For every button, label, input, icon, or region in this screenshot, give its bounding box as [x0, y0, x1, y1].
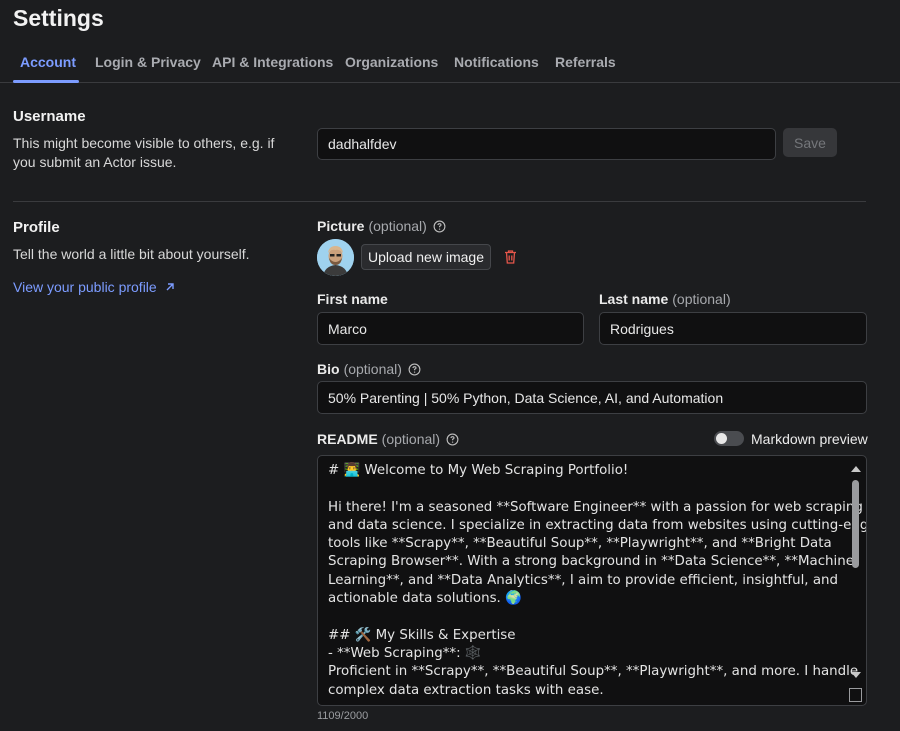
readme-line: Learning**, and **Data Analytics**, I ai…	[328, 572, 839, 588]
page-title: Settings	[13, 5, 104, 31]
optional-tag: (optional)	[343, 361, 402, 377]
tab-notifications[interactable]: Notifications	[454, 54, 539, 70]
bio-field[interactable]: 50% Parenting | 50% Python, Data Science…	[317, 381, 867, 414]
section-divider	[13, 201, 866, 202]
scroll-down-arrow-icon[interactable]	[851, 672, 861, 678]
readme-line: ## 🛠️ My Skills & Expertise	[328, 627, 516, 643]
first-name-field[interactable]: Marco	[317, 312, 584, 345]
readme-line: # 👨‍💻 Welcome to My Web Scraping Portfol…	[328, 463, 629, 478]
bio-label-text: Bio	[317, 361, 340, 377]
markdown-preview-toggle[interactable]	[714, 431, 744, 446]
readme-line: and data science. I specialize in extrac…	[328, 517, 867, 533]
username-description-line: This might become visible to others, e.g…	[13, 135, 275, 151]
save-button[interactable]: Save	[783, 128, 837, 157]
readme-line: tools like **Scrapy**, **Beautiful Soup*…	[328, 536, 832, 552]
tab-organizations[interactable]: Organizations	[345, 54, 438, 70]
settings-tabs: Account Login & Privacy API & Integratio…	[0, 42, 900, 83]
trash-icon[interactable]	[503, 249, 518, 265]
scroll-up-arrow-icon[interactable]	[851, 466, 861, 472]
readme-label-text: README	[317, 431, 378, 447]
last-name-label: Last name (optional)	[599, 291, 731, 307]
readme-line: Scraping Browser**. With a strong backgr…	[328, 554, 854, 570]
username-description: This might become visible to others, e.g…	[13, 134, 274, 172]
tab-api-integrations[interactable]: API & Integrations	[212, 54, 333, 70]
readme-textarea[interactable]: # 👨‍💻 Welcome to My Web Scraping Portfol…	[317, 455, 867, 706]
optional-tag: (optional)	[672, 291, 731, 307]
username-section-title: Username	[13, 108, 86, 125]
readme-content: # 👨‍💻 Welcome to My Web Scraping Portfol…	[328, 462, 867, 700]
optional-tag: (optional)	[368, 218, 427, 234]
bio-label: Bio (optional)	[317, 361, 421, 377]
scrollbar-thumb[interactable]	[852, 480, 859, 568]
markdown-preview-label: Markdown preview	[751, 431, 868, 447]
info-circle-icon[interactable]	[446, 433, 459, 446]
readme-line: Hi there! I'm a seasoned **Software Engi…	[328, 499, 863, 515]
readme-label: README (optional)	[317, 431, 459, 447]
optional-tag: (optional)	[381, 431, 441, 447]
last-name-label-text: Last name	[599, 291, 669, 307]
username-description-line: you submit an Actor issue.	[13, 154, 177, 170]
scrollbar[interactable]	[850, 462, 862, 680]
upload-image-button[interactable]: Upload new image	[361, 244, 491, 270]
resize-handle-icon[interactable]	[849, 688, 862, 702]
picture-label: Picture (optional)	[317, 218, 446, 234]
readme-line: Proficient in **Scrapy**, **Beautiful So…	[328, 664, 859, 680]
toggle-knob	[716, 433, 727, 444]
profile-section-title: Profile	[13, 219, 60, 236]
username-input[interactable]: dadhalfdev	[317, 128, 776, 160]
tab-account[interactable]: Account	[20, 54, 76, 70]
public-profile-link-label: View your public profile	[13, 279, 157, 295]
readme-line: actionable data solutions. 🌍	[328, 591, 522, 607]
readme-line: - **Web Scraping**: 🕸️	[328, 645, 482, 661]
avatar	[317, 239, 354, 276]
character-counter: 1109/2000	[317, 710, 369, 722]
profile-description: Tell the world a little bit about yourse…	[13, 246, 250, 262]
tab-referrals[interactable]: Referrals	[555, 54, 616, 70]
tab-login-privacy[interactable]: Login & Privacy	[95, 54, 201, 70]
active-tab-indicator	[13, 80, 79, 83]
readme-line	[328, 608, 838, 626]
public-profile-link[interactable]: View your public profile	[13, 279, 176, 295]
info-circle-icon[interactable]	[433, 220, 446, 233]
readme-line	[328, 480, 838, 498]
last-name-field[interactable]: Rodrigues	[599, 312, 867, 345]
first-name-label: First name	[317, 291, 388, 307]
readme-line: complex data extraction tasks with ease.	[328, 682, 604, 698]
info-circle-icon[interactable]	[408, 363, 421, 376]
arrow-up-right-icon	[166, 283, 174, 291]
picture-label-text: Picture	[317, 218, 365, 234]
